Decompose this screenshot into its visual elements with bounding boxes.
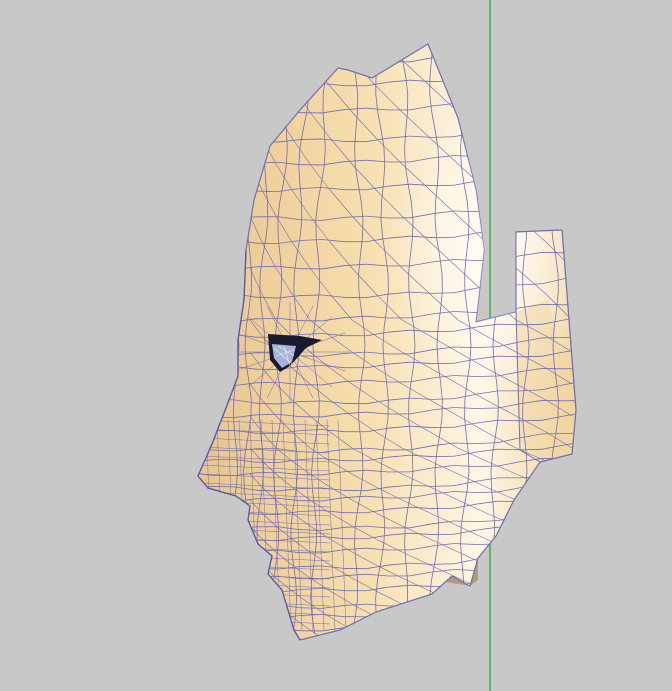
viewport-canvas bbox=[197, 0, 577, 691]
head-mesh bbox=[197, 43, 577, 641]
3d-viewport[interactable] bbox=[0, 0, 672, 691]
